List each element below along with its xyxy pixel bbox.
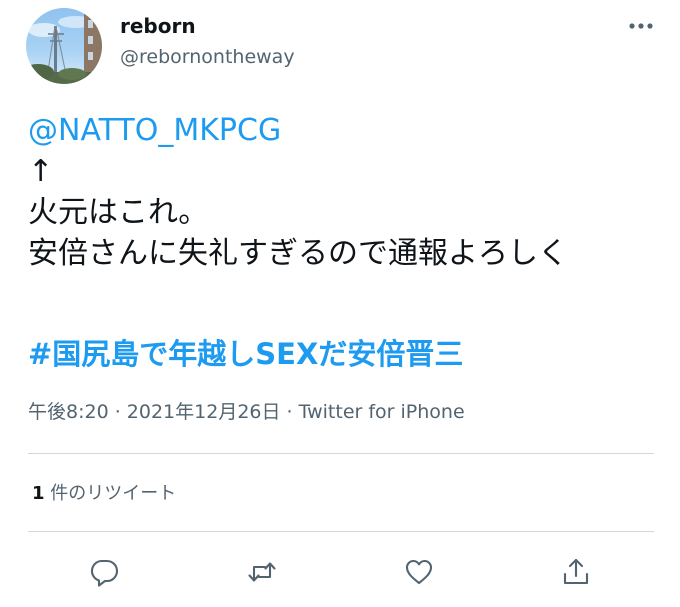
mention-link[interactable]: @NATTO_MKPCG bbox=[28, 110, 668, 151]
retweet-stats[interactable]: 1 件のリツイート bbox=[32, 481, 176, 507]
more-options-button[interactable] bbox=[624, 12, 658, 40]
retweet-label: 件のリツイート bbox=[44, 483, 177, 504]
like-button[interactable] bbox=[403, 556, 435, 588]
reply-icon bbox=[90, 559, 119, 587]
avatar[interactable] bbox=[26, 8, 102, 84]
author-display-name[interactable]: reborn bbox=[120, 12, 196, 40]
retweet-icon bbox=[248, 562, 276, 582]
tweet-meta: 午後8:20 · 2021年12月26日 · Twitter for iPhon… bbox=[28, 398, 465, 426]
avatar-image bbox=[26, 14, 102, 84]
text-line-2: 安倍さんに失礼すぎるので通報よろしく bbox=[28, 236, 568, 271]
retweet-button[interactable] bbox=[246, 556, 278, 588]
divider bbox=[28, 531, 654, 532]
divider bbox=[28, 453, 654, 454]
author-handle[interactable]: @rebornontheway bbox=[120, 44, 295, 70]
reply-button[interactable] bbox=[88, 556, 120, 588]
tweet-date[interactable]: 2021年12月26日 bbox=[127, 401, 281, 423]
share-icon bbox=[563, 558, 589, 585]
tweet-text: @NATTO_MKPCG ↑ 火元はこれ。 安倍さんに失礼すぎるので通報よろしく bbox=[28, 110, 668, 274]
share-button[interactable] bbox=[560, 556, 592, 588]
arrow-line: ↑ bbox=[28, 154, 54, 189]
meta-separator: · bbox=[280, 401, 299, 423]
hashtag-link[interactable]: #国尻島で年越しSEXだ安倍晋三 bbox=[28, 334, 463, 374]
meta-separator: · bbox=[108, 401, 127, 423]
like-icon bbox=[405, 559, 433, 585]
more-horizontal-icon bbox=[629, 23, 653, 29]
retweet-count: 1 bbox=[32, 483, 45, 504]
tweet-time[interactable]: 午後8:20 bbox=[28, 401, 109, 423]
tweet-source[interactable]: Twitter for iPhone bbox=[299, 401, 465, 423]
text-line-1: 火元はこれ。 bbox=[28, 195, 209, 230]
